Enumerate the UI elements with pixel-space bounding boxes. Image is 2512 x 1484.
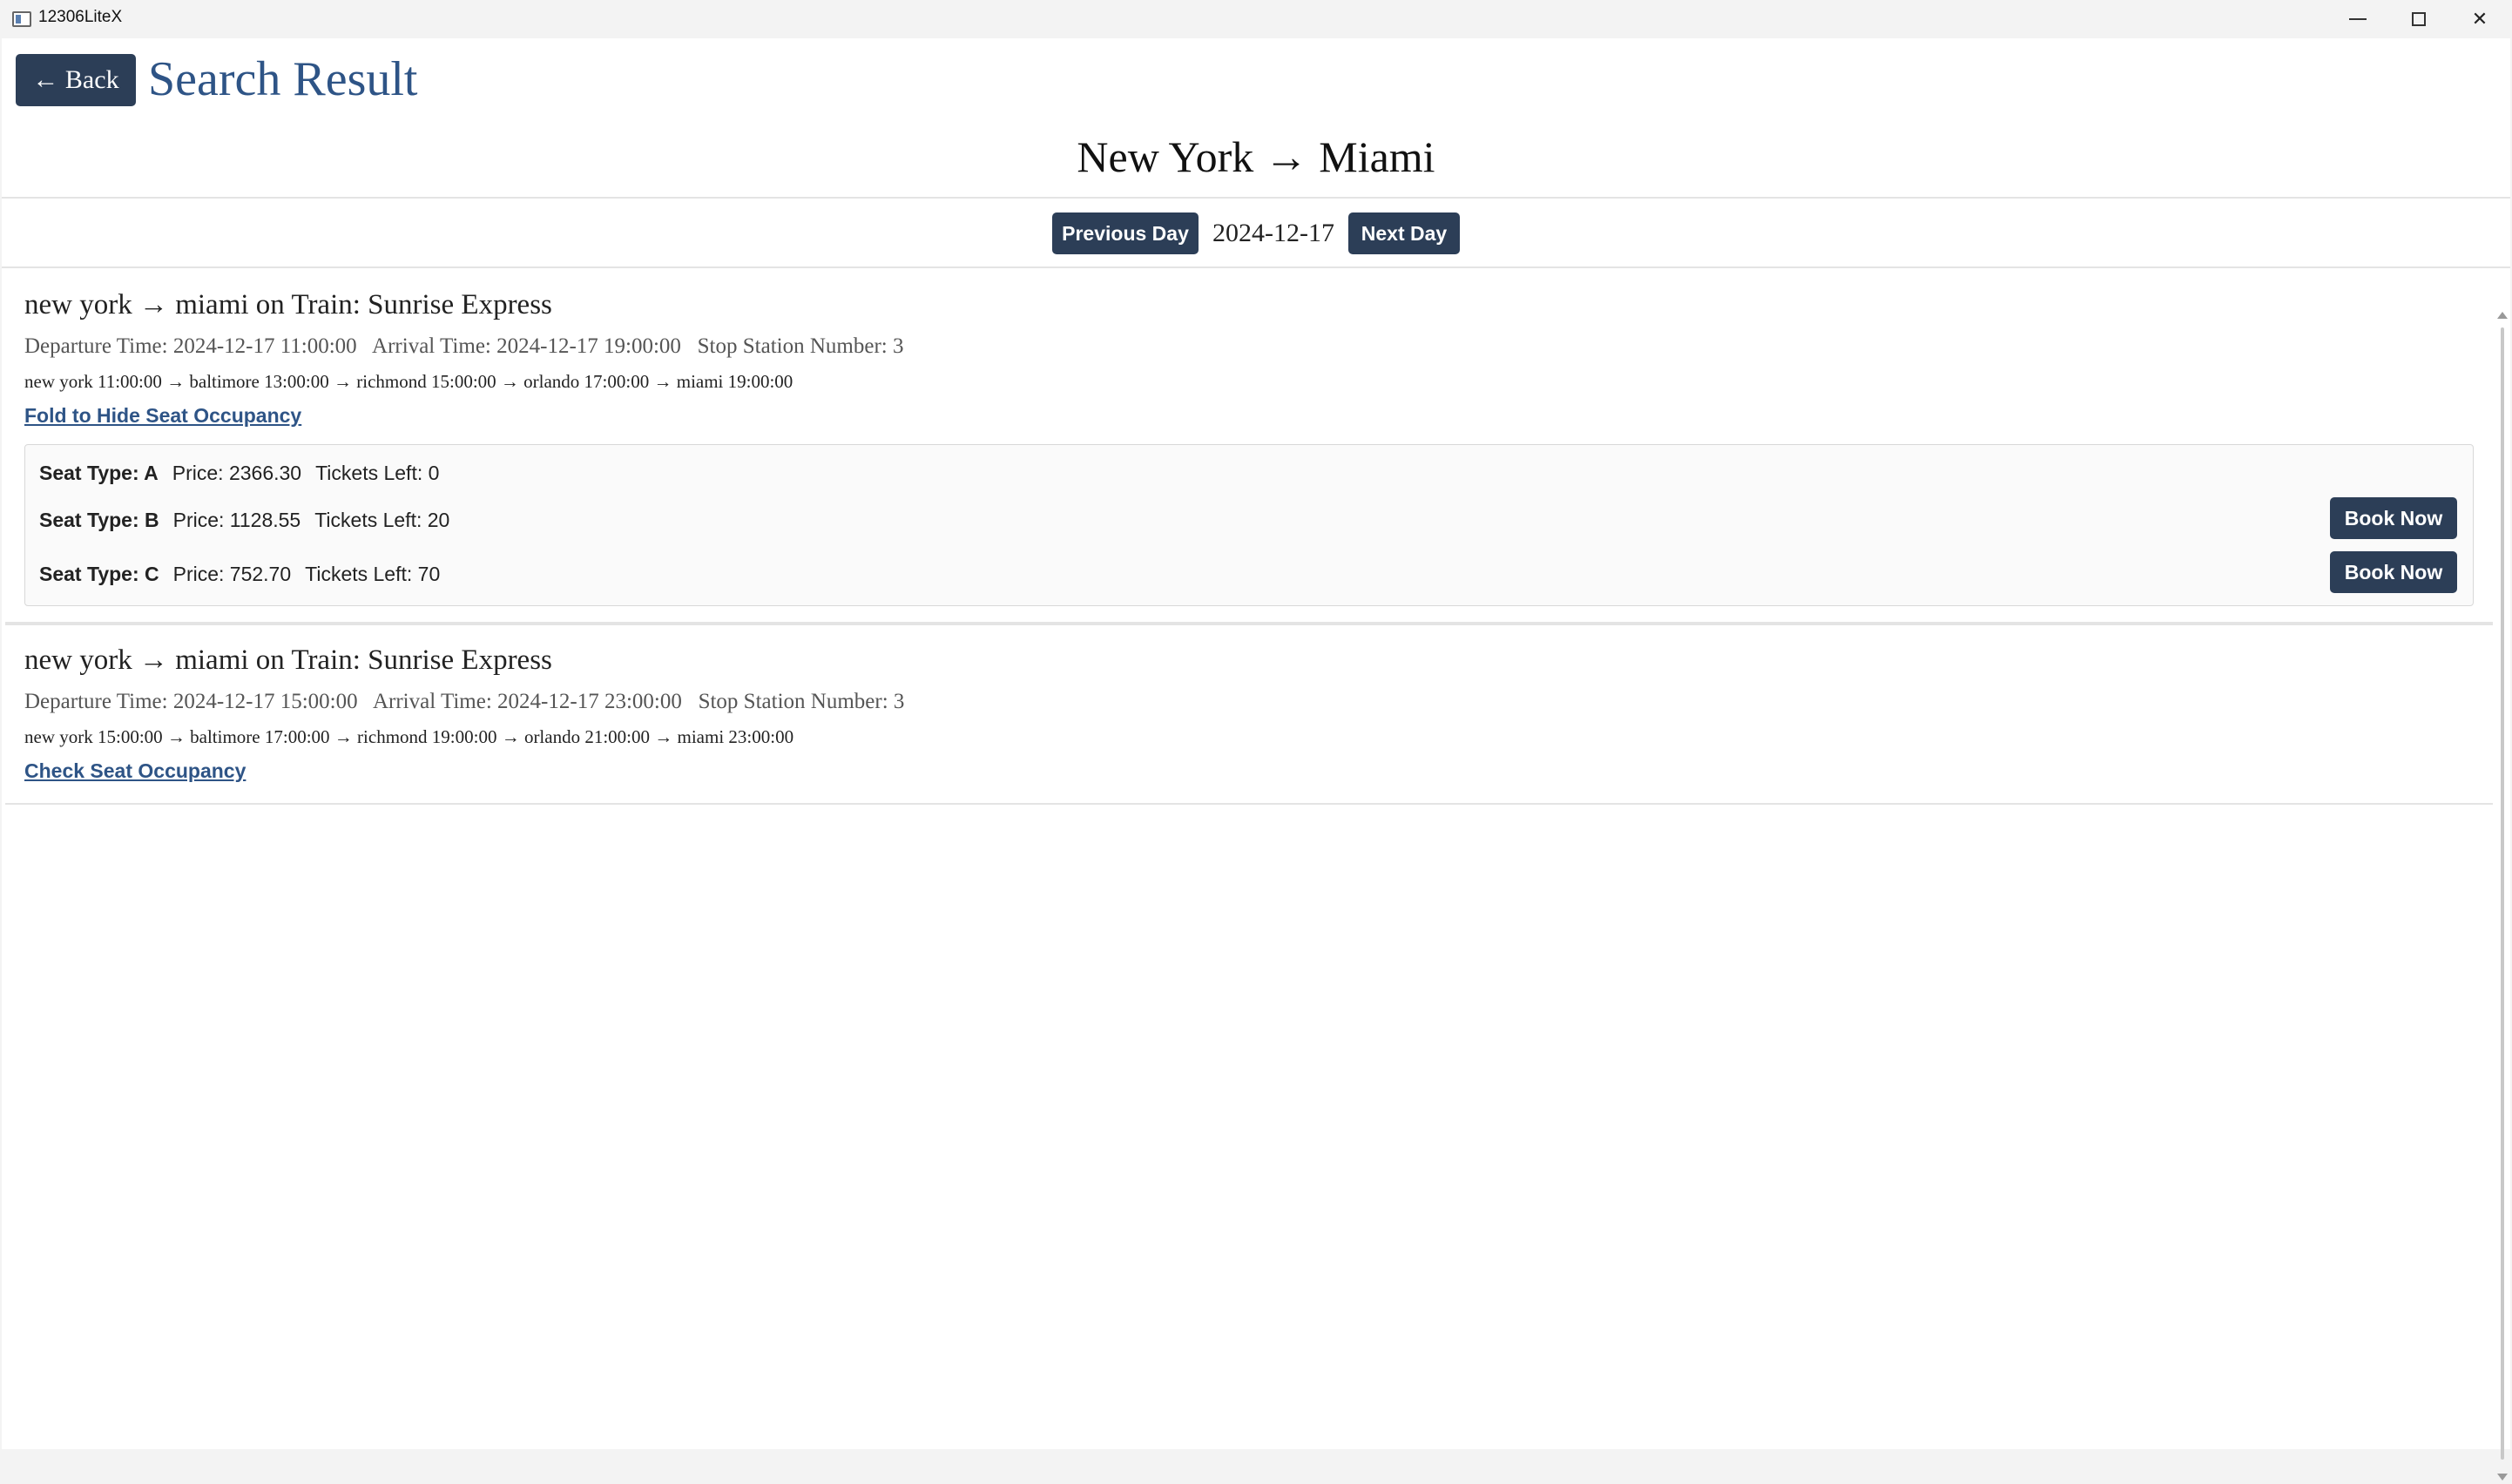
- divider: [2, 197, 2510, 199]
- seat-row: Seat Type: A Price: 2366.30 Tickets Left…: [39, 455, 439, 490]
- seat-occupancy-panel: Seat Type: A Price: 2366.30 Tickets Left…: [24, 444, 2474, 606]
- stop-list: new york 11:00:00 → baltimore 13:00:00 →…: [24, 371, 793, 392]
- train-times: Departure Time: 2024-12-17 11:00:00 Arri…: [24, 334, 904, 358]
- seat-occupancy-toggle-link[interactable]: Fold to Hide Seat Occupancy: [24, 404, 301, 428]
- seat-type: Seat Type: B: [39, 508, 159, 531]
- app-icon: [12, 11, 31, 27]
- window-titlebar: 12306LiteX ✕: [0, 0, 2512, 38]
- seat-type: Seat Type: A: [39, 461, 159, 484]
- app-content: ← Back Search Result New York → Miami Pr…: [2, 38, 2510, 1481]
- tickets-left: Tickets Left: 0: [315, 461, 440, 484]
- scroll-down-icon[interactable]: [2497, 1474, 2508, 1481]
- seat-type: Seat Type: C: [39, 562, 159, 585]
- train-result-card: new york → miami on Train: Sunrise Expre…: [5, 624, 2493, 805]
- divider: [2, 266, 2510, 268]
- train-result-card: new york → miami on Train: Sunrise Expre…: [5, 270, 2493, 624]
- route-heading: New York → Miami: [1077, 132, 1435, 181]
- minimize-icon[interactable]: [2327, 0, 2388, 38]
- seat-row: Seat Type: C Price: 752.70 Tickets Left:…: [39, 556, 440, 591]
- page-title: Search Result: [148, 52, 418, 106]
- seat-row: Seat Type: B Price: 1128.55 Tickets Left…: [39, 503, 449, 537]
- back-button[interactable]: ← Back: [16, 54, 136, 106]
- seat-price: Price: 2366.30: [172, 461, 302, 484]
- scrollbar-track[interactable]: [2501, 327, 2504, 1460]
- results-list: new york → miami on Train: Sunrise Expre…: [5, 270, 2493, 805]
- tickets-left: Tickets Left: 70: [305, 562, 441, 585]
- maximize-icon[interactable]: [2388, 0, 2449, 38]
- seat-price: Price: 752.70: [172, 562, 292, 585]
- next-day-button[interactable]: Next Day: [1347, 212, 1460, 254]
- train-heading: new york → miami on Train: Sunrise Expre…: [24, 644, 552, 676]
- seat-price: Price: 1128.55: [172, 508, 301, 531]
- book-now-button[interactable]: Book Now: [2330, 551, 2457, 593]
- vertical-scrollbar[interactable]: [2496, 308, 2509, 1484]
- train-times: Departure Time: 2024-12-17 15:00:00 Arri…: [24, 690, 905, 713]
- window-title: 12306LiteX: [38, 8, 123, 26]
- stop-list: new york 15:00:00 → baltimore 17:00:00 →…: [24, 726, 794, 747]
- previous-day-button[interactable]: Previous Day: [1052, 212, 1199, 254]
- scroll-up-icon[interactable]: [2497, 312, 2508, 319]
- close-icon[interactable]: ✕: [2449, 0, 2510, 38]
- train-heading: new york → miami on Train: Sunrise Expre…: [24, 289, 552, 320]
- tickets-left: Tickets Left: 20: [314, 508, 450, 531]
- book-now-button[interactable]: Book Now: [2330, 497, 2457, 539]
- day-navigation: Previous Day 2024-12-17 Next Day: [2, 212, 2510, 254]
- current-date: 2024-12-17: [1212, 219, 1334, 247]
- seat-occupancy-toggle-link[interactable]: Check Seat Occupancy: [24, 759, 246, 783]
